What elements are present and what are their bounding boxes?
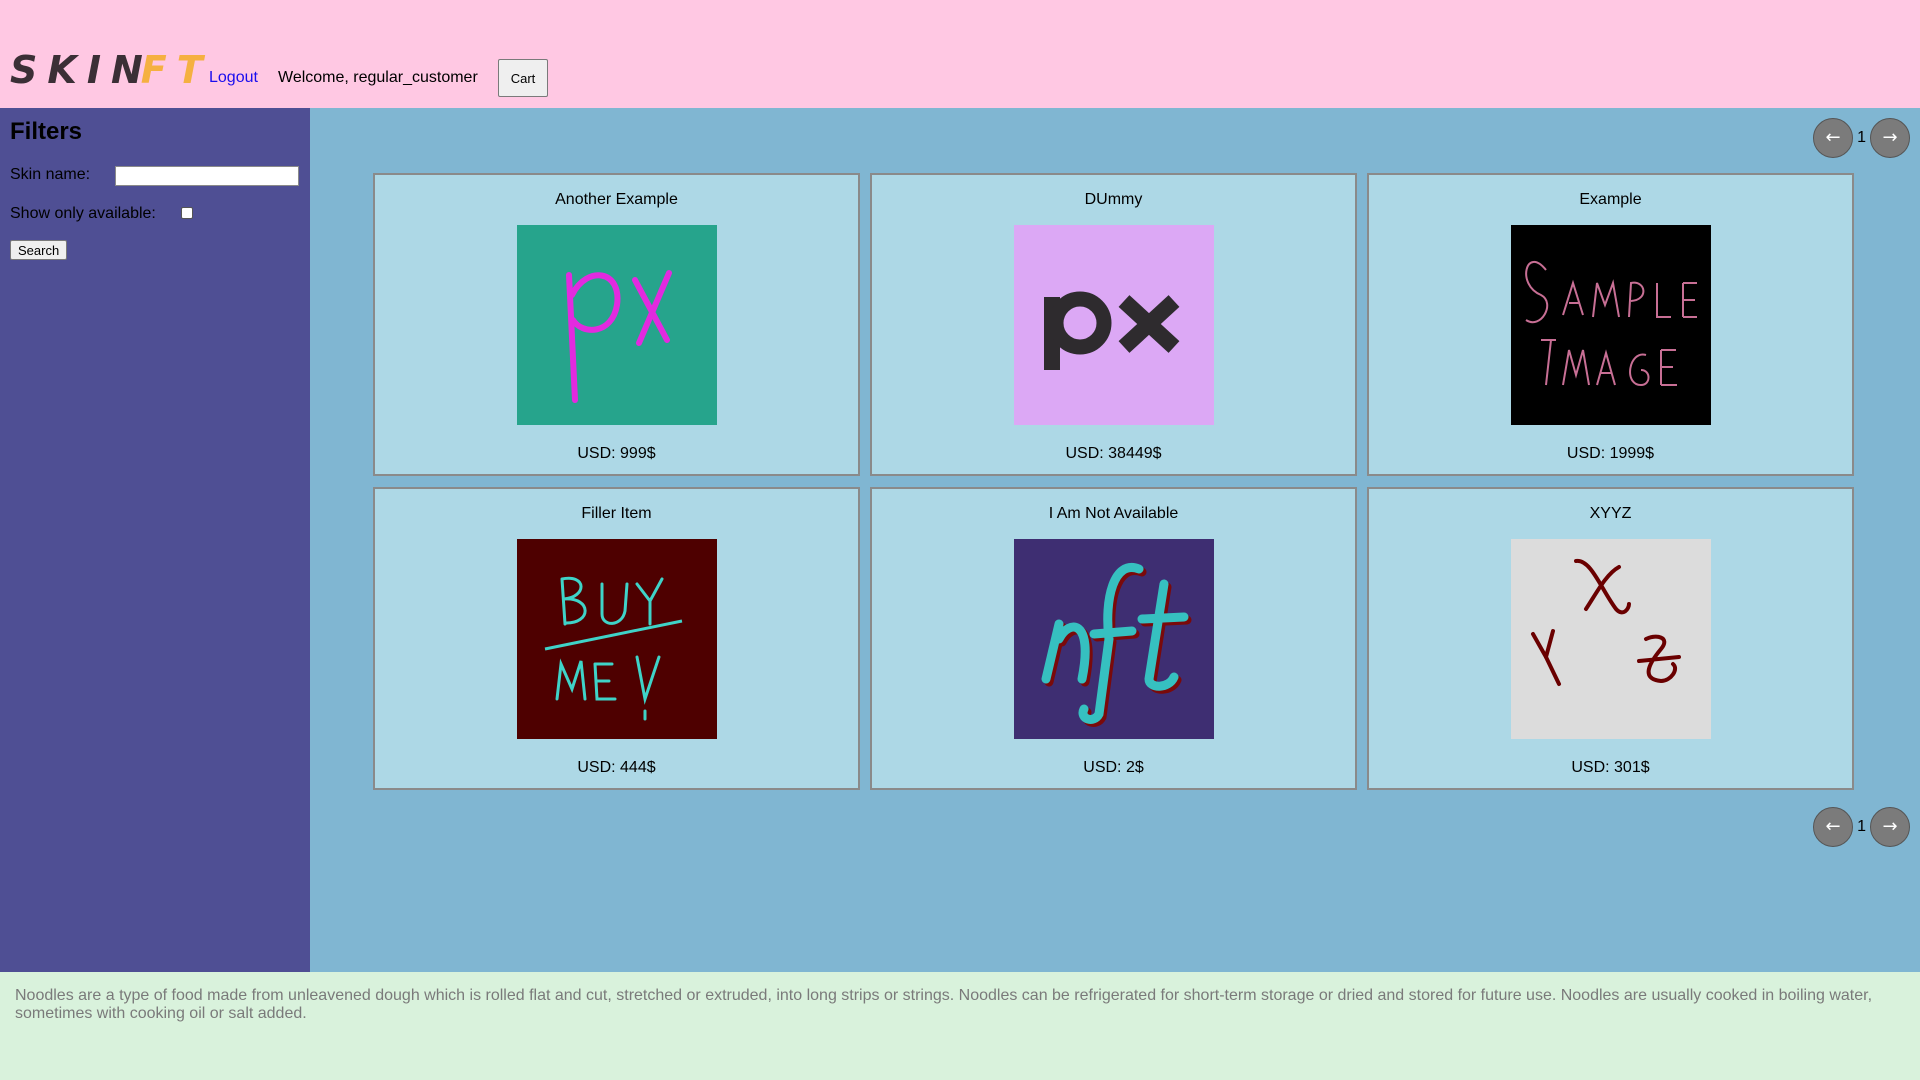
product-title: DUmmy (1084, 191, 1143, 208)
logo-text-ft: FT (140, 48, 213, 92)
page-number: 1 (1857, 818, 1866, 835)
product-card[interactable]: Another Example USD: 999$ (373, 173, 860, 476)
product-card[interactable]: Filler Item USD: 444$ (373, 487, 860, 790)
product-grid: Another Example USD: 999$ DUmmy USD: 384… (373, 173, 1858, 790)
filters-title: Filters (10, 118, 83, 145)
product-title: I Am Not Available (1048, 505, 1179, 522)
product-card[interactable]: XYYZ USD: 301$ (1367, 487, 1854, 790)
next-page-button[interactable]: → (1870, 807, 1910, 847)
next-page-button[interactable]: → (1870, 118, 1910, 158)
logo-text-skin: SKIN (10, 48, 153, 92)
product-card[interactable]: DUmmy USD: 38449$ (870, 173, 1357, 476)
product-price: USD: 1999$ (1566, 445, 1655, 462)
welcome-text: Welcome, regular_customer (278, 69, 478, 86)
product-price: USD: 2$ (1083, 759, 1144, 776)
product-title: Example (1579, 191, 1642, 208)
product-card[interactable]: I Am Not Available USD: 2$ (870, 487, 1357, 790)
skin-name-label: Skin name: (10, 166, 91, 183)
footer: Noodles are a type of food made from unl… (0, 972, 1920, 1080)
logout-link[interactable]: Logout (209, 69, 258, 87)
product-title: XYYZ (1589, 505, 1632, 522)
product-image (1014, 225, 1214, 425)
product-price: USD: 999$ (577, 445, 656, 462)
site-logo[interactable]: SKINFT (10, 50, 213, 90)
product-image (517, 225, 717, 425)
cart-button[interactable]: Cart (498, 59, 548, 97)
show-available-label: Show only available: (10, 205, 156, 222)
skin-name-input[interactable] (115, 166, 299, 186)
show-available-checkbox[interactable] (181, 207, 193, 219)
product-image (1511, 539, 1711, 739)
product-image (1511, 225, 1711, 425)
footer-text: Noodles are a type of food made from unl… (15, 987, 1873, 1022)
product-title: Filler Item (581, 505, 652, 522)
product-image (1014, 539, 1214, 739)
product-image (517, 539, 717, 739)
prev-page-button[interactable]: ← (1813, 807, 1854, 847)
pagination-bottom: ← 1 → (1813, 807, 1910, 847)
product-price: USD: 38449$ (1065, 445, 1162, 462)
product-price: USD: 444$ (577, 759, 656, 776)
product-title: Another Example (555, 191, 678, 208)
product-card[interactable]: Example USD: 1999$ (1367, 173, 1854, 476)
search-button[interactable]: Search (10, 240, 68, 260)
header: SKINFT Logout Welcome, regular_customer … (0, 0, 1920, 108)
prev-page-button[interactable]: ← (1813, 118, 1854, 158)
pagination-top: ← 1 → (1813, 118, 1910, 158)
filters-sidebar: Filters Skin name: Show only available: … (0, 108, 310, 972)
page-number: 1 (1857, 129, 1866, 146)
product-price: USD: 301$ (1571, 759, 1650, 776)
